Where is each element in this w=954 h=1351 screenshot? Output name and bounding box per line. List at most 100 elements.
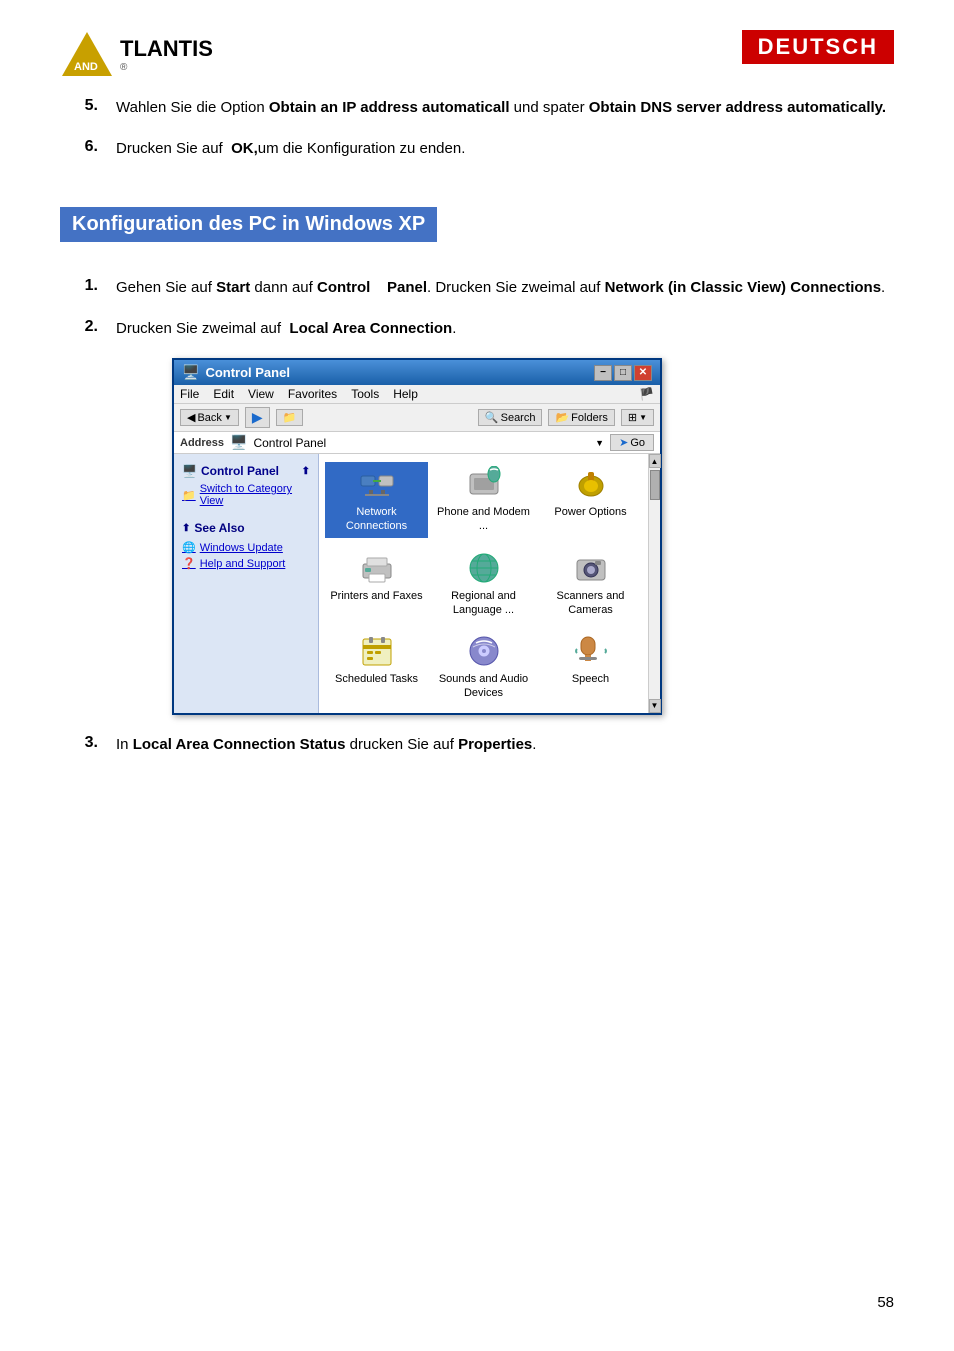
view-toggle-button[interactable]: ⊞ ▼ xyxy=(621,409,654,426)
cp-sidebar-collapse-icon[interactable]: ⬆ xyxy=(302,466,310,477)
search-button[interactable]: 🔍 Search xyxy=(478,409,543,426)
address-dropdown-icon[interactable]: ▼ xyxy=(595,438,604,448)
sounds-audio-icon xyxy=(466,633,502,669)
printers-faxes-label: Printers and Faxes xyxy=(330,589,422,603)
switch-category-view-link[interactable]: 📁 Switch to Category View xyxy=(182,483,310,507)
section-title: Konfiguration des PC in Windows XP xyxy=(60,207,437,242)
logo: AND TLANTIS ® xyxy=(60,30,213,78)
cp-address-bar: Address 🖥️ Control Panel ▼ ➤ Go xyxy=(174,432,660,454)
step-5: 5. Wahlen Sie die Option Obtain an IP ad… xyxy=(60,96,894,119)
scheduled-tasks-icon xyxy=(359,633,395,669)
cp-titlebar-left: 🖥️ Control Panel xyxy=(182,364,290,381)
cp-main-grid: Network Connections Phone and Modem ... xyxy=(319,454,648,713)
go-button[interactable]: ➤ Go xyxy=(610,434,654,451)
cp-sidebar-see-also-section: ⬆ See Also 🌐 Windows Update ❓ Help and S… xyxy=(182,521,310,570)
network-connections-label: Network Connections xyxy=(329,505,424,534)
page-number: 58 xyxy=(877,1294,894,1311)
go-label: Go xyxy=(630,437,645,449)
view-icon: ⊞ xyxy=(628,411,637,424)
step-5-text: Wahlen Sie die Option Obtain an IP addre… xyxy=(116,96,894,119)
cp-item-sounds-audio[interactable]: Sounds and Audio Devices xyxy=(432,629,535,705)
step-6: 6. Drucken Sie auf OK,um die Konfigurati… xyxy=(60,137,894,160)
step-3-number: 3. xyxy=(60,733,98,752)
forward-button[interactable]: ▶ xyxy=(245,407,270,428)
help-support-label: Help and Support xyxy=(200,558,286,570)
cp-item-network-connections[interactable]: Network Connections xyxy=(325,462,428,538)
menu-edit[interactable]: Edit xyxy=(213,387,234,401)
cp-maximize-button[interactable]: □ xyxy=(614,365,632,381)
cp-window-controls: − □ ✕ xyxy=(594,365,652,381)
cp-minimize-button[interactable]: − xyxy=(594,365,612,381)
menu-tools[interactable]: Tools xyxy=(351,387,379,401)
search-icon: 🔍 xyxy=(485,411,499,424)
help-support-link[interactable]: ❓ Help and Support xyxy=(182,557,310,570)
step-1-text: Gehen Sie auf Start dann auf Control Pan… xyxy=(116,276,894,299)
folders-icon: 📂 xyxy=(555,411,569,424)
cp-item-printers-faxes[interactable]: Printers and Faxes xyxy=(325,546,428,622)
cp-item-speech[interactable]: Speech xyxy=(539,629,642,705)
search-label: Search xyxy=(501,412,536,424)
folders-label: Folders xyxy=(571,412,608,424)
sounds-audio-label: Sounds and Audio Devices xyxy=(436,672,531,701)
cp-title-icon: 🖥️ xyxy=(182,364,199,381)
control-panel-window: 🖥️ Control Panel − □ ✕ File Edit View Fa… xyxy=(172,358,662,715)
logo-text-block: TLANTIS ® xyxy=(120,36,213,73)
phone-modem-label: Phone and Modem ... xyxy=(436,505,531,534)
menu-view[interactable]: View xyxy=(248,387,274,401)
menu-file[interactable]: File xyxy=(180,387,199,401)
logo-registered: ® xyxy=(120,62,213,73)
speech-icon xyxy=(573,633,609,669)
cp-item-scheduled-tasks[interactable]: Scheduled Tasks xyxy=(325,629,428,705)
cp-item-phone-modem[interactable]: Phone and Modem ... xyxy=(432,462,535,538)
step-2: 2. Drucken Sie zweimal auf Local Area Co… xyxy=(60,317,894,340)
cp-logo-flag: 🏴 xyxy=(639,387,654,401)
scroll-down-button[interactable]: ▼ xyxy=(649,699,661,713)
scroll-up-button[interactable]: ▲ xyxy=(649,454,661,468)
cp-titlebar: 🖥️ Control Panel − □ ✕ xyxy=(174,360,660,385)
cp-item-scanners-cameras[interactable]: Scanners and Cameras xyxy=(539,546,642,622)
cp-item-regional-language[interactable]: Regional and Language ... xyxy=(432,546,535,622)
folders-up-button[interactable]: 📁 xyxy=(276,409,304,426)
step-2-number: 2. xyxy=(60,317,98,336)
view-dropdown-icon: ▼ xyxy=(639,413,647,422)
scanners-cameras-icon xyxy=(573,550,609,586)
back-label: Back xyxy=(197,412,221,424)
cp-close-button[interactable]: ✕ xyxy=(634,365,652,381)
logo-tlantis: TLANTIS xyxy=(120,36,213,61)
address-text: Control Panel xyxy=(253,436,326,450)
menu-help[interactable]: Help xyxy=(393,387,418,401)
cp-title-text: Control Panel xyxy=(205,365,290,380)
power-options-label: Power Options xyxy=(554,505,626,519)
windows-update-link[interactable]: 🌐 Windows Update xyxy=(182,541,310,554)
svg-text:AND: AND xyxy=(74,61,98,73)
step-3-text: In Local Area Connection Status drucken … xyxy=(116,733,894,756)
cp-sidebar: 🖥️ Control Panel ⬆ 📁 Switch to Category … xyxy=(174,454,319,713)
cp-sidebar-main-section: 🖥️ Control Panel ⬆ 📁 Switch to Category … xyxy=(182,464,310,507)
folder-up-icon: 📁 xyxy=(283,411,297,424)
address-label: Address xyxy=(180,437,224,449)
page-header: AND TLANTIS ® DEUTSCH xyxy=(60,30,894,78)
step-5-number: 5. xyxy=(60,96,98,115)
windows-update-icon: 🌐 xyxy=(182,541,196,554)
printers-faxes-icon xyxy=(359,550,395,586)
regional-language-label: Regional and Language ... xyxy=(436,589,531,618)
back-button[interactable]: ◀ Back ▼ xyxy=(180,409,239,426)
scroll-thumb[interactable] xyxy=(650,470,660,500)
step-2-text: Drucken Sie zweimal auf Local Area Conne… xyxy=(116,317,894,340)
folders-button[interactable]: 📂 Folders xyxy=(548,409,614,426)
go-arrow-icon: ➤ xyxy=(619,436,628,449)
address-value[interactable]: Control Panel xyxy=(253,436,589,450)
power-options-icon xyxy=(573,466,609,502)
step-6-text: Drucken Sie auf OK,um die Konfiguration … xyxy=(116,137,894,160)
cp-scrollbar[interactable]: ▲ ▼ xyxy=(648,454,660,713)
cp-item-power-options[interactable]: Power Options xyxy=(539,462,642,538)
cp-menubar: File Edit View Favorites Tools Help 🏴 xyxy=(174,385,660,404)
step-1: 1. Gehen Sie auf Start dann auf Control … xyxy=(60,276,894,299)
cp-toolbar: ◀ Back ▼ ▶ 📁 🔍 Search 📂 Folders ⊞ ▼ xyxy=(174,404,660,432)
back-icon: ◀ xyxy=(187,411,195,424)
scanners-cameras-label: Scanners and Cameras xyxy=(543,589,638,618)
step-3: 3. In Local Area Connection Status druck… xyxy=(60,733,894,756)
cp-sidebar-icon: 🖥️ xyxy=(182,464,197,478)
help-icon: ❓ xyxy=(182,557,196,570)
menu-favorites[interactable]: Favorites xyxy=(288,387,337,401)
